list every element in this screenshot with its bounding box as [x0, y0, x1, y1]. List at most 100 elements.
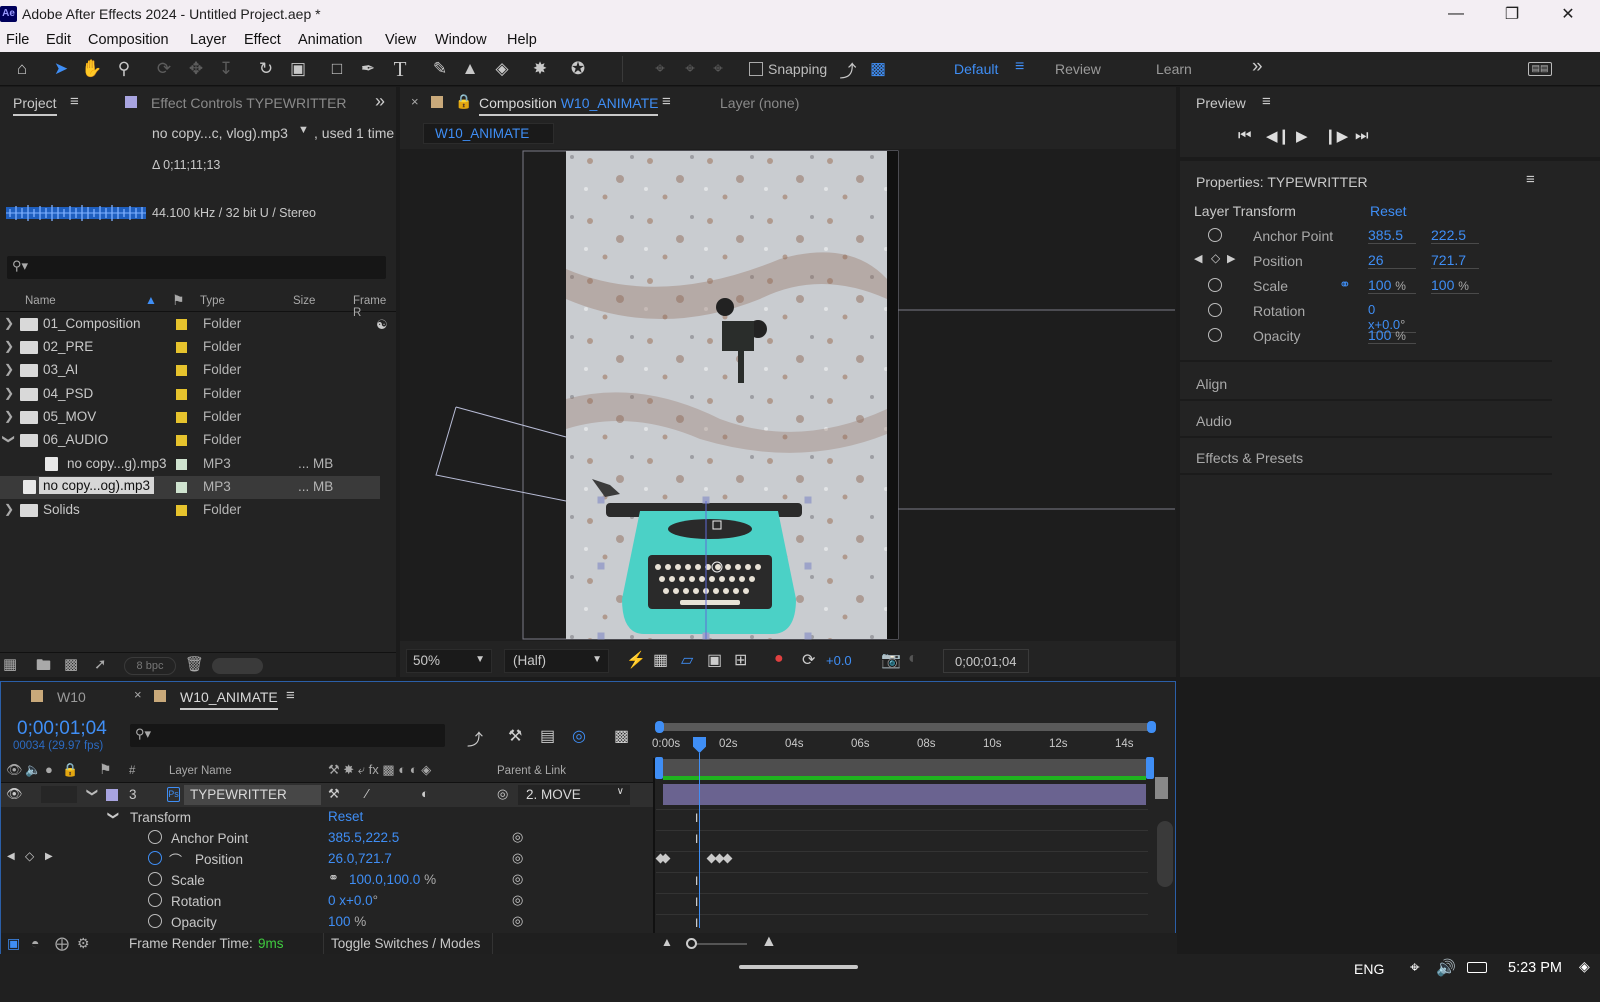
minimize-button[interactable]: — — [1428, 0, 1484, 28]
label-color[interactable] — [176, 342, 187, 353]
preview-menu-icon[interactable]: ≡ — [1262, 93, 1271, 110]
parent-pickwhip-icon[interactable]: ◎ — [497, 786, 508, 802]
axis-local-icon[interactable]: ⌖ — [648, 57, 672, 81]
label-color[interactable] — [176, 389, 187, 400]
bpc-button[interactable]: 8 bpc — [124, 657, 176, 675]
audio-icon[interactable]: 🔈 — [25, 762, 41, 778]
in-point-handle[interactable] — [655, 757, 663, 779]
chevron-right-icon[interactable]: ❯ — [4, 502, 14, 516]
stopwatch-active-icon[interactable] — [148, 851, 162, 865]
motion-blur-icon[interactable]: ◎ — [572, 726, 586, 746]
stopwatch-icon[interactable] — [148, 830, 162, 844]
chevron-down-icon[interactable]: ❯ — [86, 788, 99, 797]
work-area-start-handle[interactable] — [655, 721, 664, 733]
notification-icon[interactable]: ◈ — [1579, 958, 1590, 975]
eraser-tool-icon[interactable]: ◈ — [490, 57, 514, 81]
first-frame-icon[interactable]: ⏮ — [1238, 127, 1252, 144]
tl-prop-value-group[interactable]: 0 x+0.0° — [328, 893, 378, 908]
pan-behind-icon[interactable]: ▣ — [286, 57, 310, 81]
workspace-menu-icon[interactable]: ≡ — [1015, 58, 1024, 76]
interpret-footage-icon[interactable]: ▦ — [3, 655, 17, 673]
timeline-timecode[interactable]: 0;00;01;04 — [17, 718, 107, 740]
language-indicator[interactable]: ENG — [1354, 961, 1384, 977]
menu-edit[interactable]: Edit — [46, 32, 71, 48]
prop-value-y[interactable]: 721.7 — [1431, 252, 1479, 269]
constrain-link-icon[interactable]: ⚭ — [1339, 276, 1351, 293]
timeline-track-area[interactable]: 0:00s 02s 04s 06s 08s 10s 12s 14s I I I I I — [652, 717, 1176, 935]
reset-exposure-icon[interactable]: ⟳ — [802, 650, 815, 670]
zoom-slider-thumb[interactable] — [686, 938, 697, 949]
type-tool-icon[interactable]: T — [388, 57, 412, 81]
tl-prop-value[interactable]: 385.5,222.5 — [328, 830, 399, 845]
label-color[interactable] — [176, 412, 187, 423]
close-button[interactable]: ✕ — [1540, 0, 1596, 28]
fast-preview-icon[interactable]: ⚡ — [626, 650, 646, 670]
keyframe-diamond-icon[interactable]: ◇ — [1211, 251, 1220, 265]
timeline-search-input[interactable]: ⚲▾ — [130, 724, 445, 747]
chevron-down-icon[interactable]: ❯ — [2, 434, 16, 444]
snap-target-icon[interactable]: ▩ — [866, 57, 890, 81]
prop-value-x[interactable]: 26 — [1368, 252, 1416, 269]
tab-project[interactable]: Project — [13, 95, 57, 116]
col-layer-name[interactable]: Layer Name — [169, 765, 232, 777]
panel-audio[interactable]: Audio — [1196, 413, 1232, 429]
prev-keyframe-icon[interactable]: ◀ — [1194, 252, 1202, 265]
stopwatch-icon[interactable] — [1208, 328, 1222, 342]
next-frame-icon[interactable]: ❙▶ — [1324, 127, 1348, 145]
tl-prop-value[interactable]: 26.0,721.7 — [328, 851, 392, 866]
chevron-right-icon[interactable]: ❯ — [4, 316, 14, 330]
last-frame-icon[interactable]: ⏭ — [1355, 127, 1369, 144]
time-ruler[interactable]: 0:00s 02s 04s 06s 08s 10s 12s 14s — [652, 735, 1152, 757]
previous-frame-icon[interactable]: ◀❙ — [1266, 127, 1290, 145]
lock-icon[interactable]: 🔒 — [455, 93, 472, 110]
resolution-select[interactable]: (Half) ▼ — [504, 649, 609, 673]
frame-blending-icon[interactable]: ▤ — [540, 726, 555, 746]
puppet-pin-icon[interactable]: ✪ — [566, 57, 590, 81]
label-color[interactable] — [176, 365, 187, 376]
tab-w10[interactable]: W10 — [57, 689, 86, 705]
prop-value-y[interactable]: 222.5 — [1431, 227, 1479, 244]
wifi-icon[interactable]: ⌖ — [1410, 958, 1420, 978]
label-color[interactable] — [176, 482, 187, 493]
tab-composition[interactable]: Composition W10_ANIMATE — [479, 95, 659, 116]
project-search-input[interactable]: ⚲▾ — [7, 256, 386, 279]
list-item[interactable]: ❯ 02_PRE Folder — [0, 336, 380, 359]
layer-switches-icon[interactable]: ▣ — [7, 935, 20, 952]
comp-timecode[interactable]: 0;00;01;04 — [943, 649, 1029, 673]
keyframe[interactable] — [660, 853, 671, 864]
workspace-learn[interactable]: Learn — [1156, 61, 1192, 77]
close-tab-icon[interactable]: × — [411, 94, 419, 109]
layer-label-swatch[interactable] — [106, 789, 118, 801]
chevron-right-icon[interactable]: ❯ — [4, 386, 14, 400]
dolly-camera-icon[interactable]: ↧ — [214, 57, 238, 81]
stopwatch-icon[interactable] — [148, 893, 162, 907]
layer-name[interactable]: TYPEWRITTER — [184, 785, 321, 805]
menu-view[interactable]: View — [385, 32, 416, 48]
composition-flowchart-icon[interactable]: ⤴ — [467, 726, 483, 750]
next-keyframe-icon[interactable]: ▶ — [45, 851, 53, 862]
tl-prop-value-group[interactable]: 100.0,100.0 % — [349, 872, 436, 887]
chevron-right-icon[interactable]: ❯ — [4, 339, 14, 353]
shy-switch-icon[interactable]: ⚒ — [328, 786, 340, 802]
volume-icon[interactable]: 🔊 — [1436, 958, 1456, 978]
work-area-end-handle[interactable] — [1147, 721, 1156, 733]
menu-layer[interactable]: Layer — [190, 32, 226, 48]
out-point-handle[interactable] — [1146, 757, 1154, 779]
battery-icon[interactable] — [1467, 962, 1487, 973]
comp-breadcrumb[interactable]: W10_ANIMATE — [423, 123, 554, 144]
video-visibility-icon[interactable]: 👁 — [6, 762, 23, 778]
orbit-camera-icon[interactable]: ⟳ — [152, 57, 176, 81]
timeline-scroll-end[interactable] — [1155, 777, 1168, 799]
menu-window[interactable]: Window — [435, 32, 487, 48]
label-color[interactable] — [176, 505, 187, 516]
panel-effects-presets[interactable]: Effects & Presets — [1196, 450, 1303, 466]
timeline-menu-icon[interactable]: ≡ — [286, 687, 295, 704]
prop-value-x[interactable]: 385.5 — [1368, 227, 1416, 244]
snap-option-icon[interactable]: ⤴ — [836, 57, 860, 81]
adjustment-switch-icon[interactable]: ◐ — [421, 786, 429, 801]
layer-duration-bar[interactable] — [663, 784, 1146, 805]
prop-value-y[interactable]: 100 % — [1431, 277, 1479, 294]
maximize-button[interactable]: ❐ — [1484, 0, 1540, 28]
label-color[interactable] — [176, 319, 187, 330]
hand-tool-icon[interactable]: ✋ — [80, 57, 104, 81]
